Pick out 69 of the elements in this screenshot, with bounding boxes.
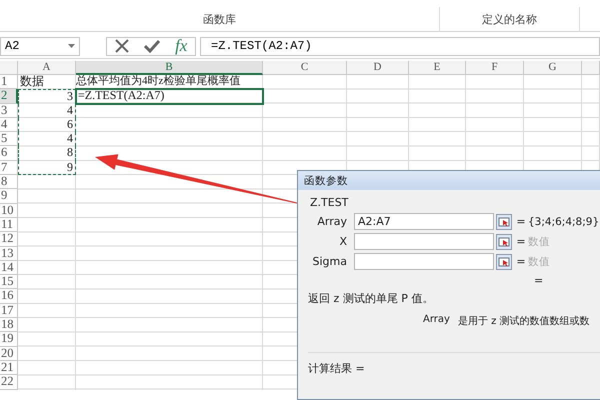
argument-name: Array: [423, 314, 450, 327]
argument-result: 数值: [527, 234, 551, 248]
cell[interactable]: 总体平均值为4时z检验单尾概率值: [76, 75, 263, 90]
cell[interactable]: 4: [18, 104, 76, 118]
range-select-icon[interactable]: [496, 214, 512, 230]
argument-label: Sigma: [312, 255, 348, 268]
row-header[interactable]: 22: [0, 375, 18, 390]
row-header[interactable]: 20: [0, 346, 18, 361]
cancel-icon[interactable]: [114, 39, 129, 53]
row-header[interactable]: 4: [0, 118, 18, 132]
row-header[interactable]: 19: [0, 332, 18, 347]
column-header[interactable]: G: [524, 61, 582, 75]
row-header[interactable]: 1: [0, 75, 18, 90]
column-header[interactable]: B: [76, 61, 263, 75]
row-header[interactable]: 21: [0, 360, 18, 376]
row-header[interactable]: 11: [0, 218, 18, 232]
column-header[interactable]: F: [466, 61, 524, 75]
name-box[interactable]: A2: [0, 36, 80, 56]
equals-sign: =: [515, 255, 526, 268]
cell[interactable]: 3: [18, 89, 76, 104]
row-header[interactable]: 5: [0, 132, 18, 146]
range-select-icon[interactable]: [496, 254, 512, 270]
argument-input[interactable]: A2:A7: [354, 213, 494, 230]
equals-sign: =: [515, 235, 526, 248]
cell[interactable]: 6: [18, 118, 76, 132]
row-header[interactable]: 13: [0, 246, 18, 261]
dropdown-icon[interactable]: [68, 44, 75, 48]
insert-function-button[interactable]: fx: [175, 36, 188, 56]
row-header[interactable]: 7: [0, 160, 18, 176]
row-header[interactable]: 6: [0, 146, 18, 161]
row-header[interactable]: 9: [0, 189, 18, 204]
row-header[interactable]: 17: [0, 304, 18, 318]
row-header[interactable]: 3: [0, 104, 18, 118]
equals-sign: =: [534, 274, 544, 287]
result-label: 计算结果 =: [308, 361, 366, 376]
row-header[interactable]: 8: [0, 175, 18, 190]
row-header[interactable]: 18: [0, 318, 18, 332]
dialog-title: 函数参数: [304, 174, 348, 188]
function-description: 返回 z 测试的单尾 P 值。: [308, 291, 434, 306]
cell[interactable]: 4: [18, 132, 76, 146]
ribbon-group-label: 定义的名称: [482, 12, 537, 27]
cell-reference: A2: [5, 39, 20, 53]
column-header[interactable]: A: [18, 61, 76, 75]
range-select-icon[interactable]: [496, 234, 512, 250]
argument-help: 是用于 z 测试的数值数组或数: [458, 314, 590, 328]
formula-input[interactable]: =Z.TEST(A2:A7): [200, 36, 600, 56]
column-header[interactable]: C: [263, 61, 347, 75]
column-header[interactable]: D: [347, 61, 409, 75]
row-header[interactable]: 15: [0, 275, 18, 290]
equals-sign: =: [515, 215, 526, 228]
argument-input[interactable]: [354, 233, 494, 250]
argument-result: {3;4;6;4;8;9}: [527, 216, 600, 228]
argument-input[interactable]: [354, 253, 494, 270]
column-header[interactable]: E: [409, 61, 466, 75]
cell[interactable]: 9: [18, 160, 76, 176]
cell[interactable]: 8: [18, 146, 76, 161]
argument-result: 数值: [527, 254, 551, 268]
argument-label: X: [338, 235, 348, 248]
function-name: Z.TEST: [310, 196, 350, 209]
row-header[interactable]: 14: [0, 260, 18, 276]
cell[interactable]: =Z.TEST(A2:A7): [76, 89, 263, 104]
cell[interactable]: 数据: [18, 75, 76, 90]
row-header[interactable]: 12: [0, 232, 18, 247]
check-icon[interactable]: [144, 39, 160, 53]
argument-label: Array: [316, 215, 348, 228]
row-header[interactable]: 16: [0, 289, 18, 304]
row-header[interactable]: 2: [0, 89, 18, 104]
ribbon-group-label: 函数库: [203, 12, 236, 27]
row-header[interactable]: 10: [0, 204, 18, 218]
